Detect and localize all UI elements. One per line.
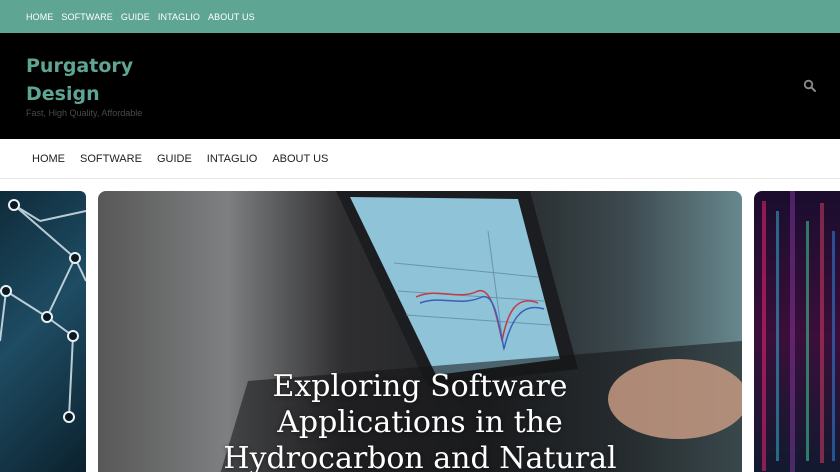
top-menu-home[interactable]: HOME — [26, 12, 53, 22]
site-title[interactable]: Purgatory Design — [26, 52, 146, 108]
slide-previous-image[interactable] — [0, 191, 86, 472]
slide-next-image[interactable] — [754, 191, 840, 472]
nav-item-guide[interactable]: GUIDE — [157, 153, 192, 165]
nav-item-home[interactable]: HOME — [32, 153, 65, 165]
featured-slide[interactable]: Exploring Software Applications in the H… — [98, 191, 742, 472]
top-menu-guide[interactable]: GUIDE — [121, 12, 150, 22]
site-tagline: Fast, High Quality, Affordable — [26, 108, 143, 118]
nav-item-about-us[interactable]: ABOUT US — [272, 153, 328, 165]
nav-item-software[interactable]: SOFTWARE — [80, 153, 142, 165]
top-menu-software[interactable]: SOFTWARE — [61, 12, 112, 22]
search-icon[interactable] — [803, 79, 817, 93]
top-menu-about-us[interactable]: ABOUT US — [208, 12, 255, 22]
nav-item-intaglio[interactable]: INTAGLIO — [207, 153, 258, 165]
featured-slider: Exploring Software Applications in the H… — [0, 179, 840, 472]
main-navigation: HOME SOFTWARE GUIDE INTAGLIO ABOUT US — [0, 139, 840, 179]
top-menu-intaglio[interactable]: INTAGLIO — [158, 12, 200, 22]
featured-post-title[interactable]: Exploring Software Applications in the H… — [98, 369, 742, 472]
site-header: Purgatory Design Fast, High Quality, Aff… — [0, 33, 840, 139]
top-menu: HOME SOFTWARE GUIDE INTAGLIO ABOUT US — [0, 0, 840, 33]
